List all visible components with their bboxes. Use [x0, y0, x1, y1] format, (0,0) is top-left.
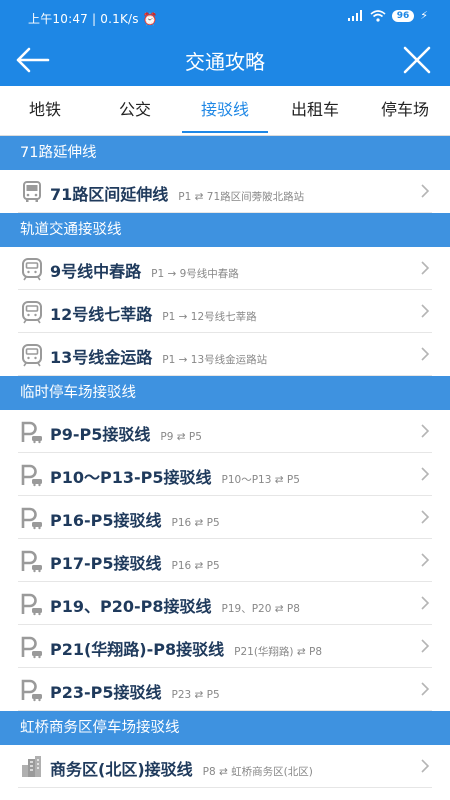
- chevron-right-icon: [421, 304, 430, 318]
- item-desc: P21(华翔路) ⇄ P8: [234, 646, 322, 658]
- list-item[interactable]: P16-P5接驳线 P16 ⇄ P5: [0, 496, 450, 539]
- list-item[interactable]: P10～P13-P5接驳线 P10～P13 ⇄ P5: [0, 453, 450, 496]
- list-item[interactable]: P23-P5接驳线 P23 ⇄ P5: [0, 668, 450, 711]
- chevron-right-icon: [421, 184, 430, 198]
- item-name: P16-P5接驳线 P16 ⇄ P5: [50, 511, 220, 530]
- list-item[interactable]: P17-P5接驳线 P16 ⇄ P5: [0, 539, 450, 582]
- item-name: P23-P5接驳线 P23 ⇄ P5: [50, 683, 220, 702]
- list-item[interactable]: P21(华翔路)-P8接驳线 P21(华翔路) ⇄ P8: [0, 625, 450, 668]
- list-item[interactable]: 12号线七莘路 P1 → 12号线七莘路: [0, 290, 450, 333]
- parking-icon: [21, 464, 42, 487]
- chevron-right-icon: [421, 347, 430, 361]
- item-name: 12号线七莘路 P1 → 12号线七莘路: [50, 305, 257, 324]
- item-name: 商务区(北区)接驳线 P8 ⇄ 虹桥商务区(北区): [50, 760, 313, 779]
- list-item[interactable]: 13号线金运路 P1 → 13号线金运路站: [0, 333, 450, 376]
- charging-icon: ⚡: [420, 9, 428, 22]
- chevron-right-icon: [421, 682, 430, 696]
- item-desc: P23 ⇄ P5: [171, 689, 220, 701]
- route-list: 71路延伸线 71路区间延伸线 P1 ⇄ 71路区间蒡陂北路站 轨道交通接驳线 9…: [0, 136, 450, 788]
- parking-icon: [21, 636, 42, 659]
- list-item[interactable]: 商务区(北区)接驳线 P8 ⇄ 虹桥商务区(北区): [0, 745, 450, 788]
- item-desc: P8 ⇄ 虹桥商务区(北区): [202, 766, 313, 778]
- page-title: 交通攻略: [185, 50, 265, 74]
- item-name: P19、P20-P8接驳线 P19、P20 ⇄ P8: [50, 597, 300, 616]
- item-name: P17-P5接驳线 P16 ⇄ P5: [50, 554, 220, 573]
- building-icon: [22, 756, 41, 777]
- item-desc: P16 ⇄ P5: [171, 560, 220, 572]
- item-desc: P9 ⇄ P5: [160, 431, 202, 443]
- metro-icon: [22, 301, 42, 324]
- item-name: 13号线金运路 P1 → 13号线金运路站: [50, 348, 268, 367]
- item-desc: P1 → 12号线七莘路: [162, 311, 257, 323]
- tab-metro[interactable]: 地铁: [0, 86, 90, 135]
- app-bar: 交通攻略: [0, 34, 450, 86]
- signal-icon: [347, 10, 362, 21]
- item-desc: P1 ⇄ 71路区间蒡陂北路站: [178, 191, 305, 203]
- chevron-right-icon: [421, 759, 430, 773]
- item-desc: P1 → 9号线中春路: [151, 268, 239, 280]
- status-time: 上午10:47 | 0.1K/s ⏰: [28, 12, 158, 26]
- wifi-icon: [370, 9, 386, 22]
- section-header: 虹桥商务区停车场接驳线: [0, 711, 450, 745]
- item-name: P10～P13-P5接驳线 P10～P13 ⇄ P5: [50, 468, 300, 487]
- chevron-right-icon: [421, 261, 430, 275]
- list-item[interactable]: P19、P20-P8接驳线 P19、P20 ⇄ P8: [0, 582, 450, 625]
- chevron-right-icon: [421, 424, 430, 438]
- parking-icon: [21, 550, 42, 573]
- battery-indicator: 96: [391, 9, 415, 22]
- item-name: 71路区间延伸线 P1 ⇄ 71路区间蒡陂北路站: [50, 185, 305, 204]
- parking-icon: [21, 679, 42, 702]
- status-bar: 上午10:47 | 0.1K/s ⏰ 96 ⚡: [0, 0, 450, 34]
- list-item[interactable]: 71路区间延伸线 P1 ⇄ 71路区间蒡陂北路站: [0, 170, 450, 213]
- chevron-right-icon: [421, 639, 430, 653]
- chevron-right-icon: [421, 596, 430, 610]
- tab-parking[interactable]: 停车场: [360, 86, 450, 135]
- close-icon[interactable]: [402, 45, 432, 75]
- bus-icon: [23, 181, 41, 202]
- tab-shuttle[interactable]: 接驳线: [180, 86, 270, 135]
- tab-bar: 地铁 公交 接驳线 出租车 停车场: [0, 86, 450, 136]
- item-desc: P16 ⇄ P5: [171, 517, 220, 529]
- parking-icon: [21, 421, 42, 444]
- item-desc: P1 → 13号线金运路站: [162, 354, 268, 366]
- parking-icon: [21, 507, 42, 530]
- tab-taxi[interactable]: 出租车: [270, 86, 360, 135]
- parking-icon: [21, 593, 42, 616]
- section-header: 临时停车场接驳线: [0, 376, 450, 410]
- tab-bus[interactable]: 公交: [90, 86, 180, 135]
- chevron-right-icon: [421, 553, 430, 567]
- chevron-right-icon: [421, 467, 430, 481]
- item-desc: P19、P20 ⇄ P8: [221, 603, 300, 615]
- metro-icon: [22, 258, 42, 281]
- section-header: 71路延伸线: [0, 136, 450, 170]
- item-name: P9-P5接驳线 P9 ⇄ P5: [50, 425, 202, 444]
- list-item[interactable]: 9号线中春路 P1 → 9号线中春路: [0, 247, 450, 290]
- item-desc: P10～P13 ⇄ P5: [221, 474, 300, 486]
- chevron-right-icon: [421, 510, 430, 524]
- section-header: 轨道交通接驳线: [0, 213, 450, 247]
- item-name: 9号线中春路 P1 → 9号线中春路: [50, 262, 239, 281]
- list-item[interactable]: P9-P5接驳线 P9 ⇄ P5: [0, 410, 450, 453]
- item-name: P21(华翔路)-P8接驳线 P21(华翔路) ⇄ P8: [50, 640, 322, 659]
- metro-icon: [22, 344, 42, 367]
- status-icons: 96 ⚡: [347, 9, 428, 22]
